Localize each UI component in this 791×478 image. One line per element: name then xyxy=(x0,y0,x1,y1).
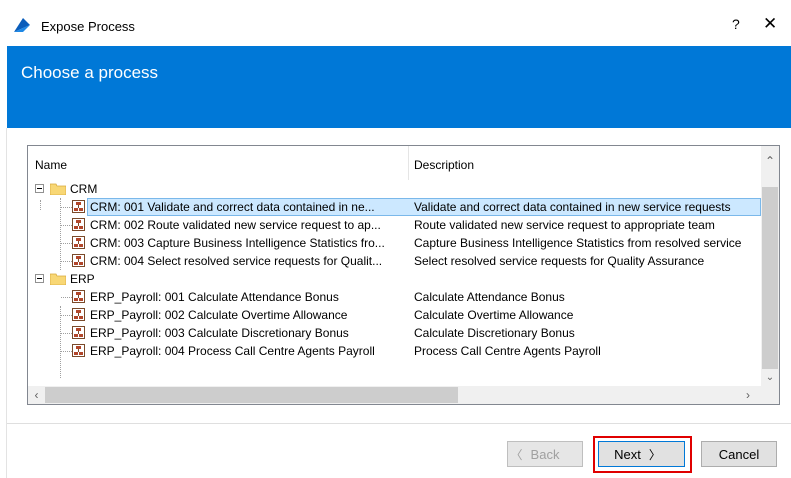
tree-row[interactable]: CRM: 004 Select resolved service request… xyxy=(28,252,761,270)
tree-row[interactable]: CRM: 001 Validate and correct data conta… xyxy=(28,198,761,216)
tree-row[interactable]: ERP_Payroll: 003 Calculate Discretionary… xyxy=(28,324,761,342)
process-name: ERP_Payroll: 003 Calculate Discretionary… xyxy=(90,326,349,340)
process-icon xyxy=(72,236,85,249)
close-button[interactable]: ✕ xyxy=(763,14,777,34)
cancel-button[interactable]: Cancel xyxy=(701,441,777,467)
process-icon xyxy=(72,290,85,303)
window-title: Expose Process xyxy=(41,19,135,34)
tree-row[interactable]: ERP_Payroll: 002 Calculate Overtime Allo… xyxy=(28,306,761,324)
process-name: ERP_Payroll: 002 Calculate Overtime Allo… xyxy=(90,308,348,322)
tree-group-label: ERP xyxy=(70,272,95,286)
tree-header: Name Description xyxy=(28,146,761,180)
process-name: CRM: 004 Select resolved service request… xyxy=(90,254,383,268)
horizontal-scrollbar[interactable]: ‹ › xyxy=(28,386,761,404)
scrollbar-corner xyxy=(761,386,779,404)
footer-divider xyxy=(7,423,791,424)
process-description: Select resolved service requests for Qua… xyxy=(414,254,705,268)
process-icon xyxy=(72,200,85,213)
scroll-left-icon[interactable]: ‹ xyxy=(28,386,45,404)
process-description: Calculate Overtime Allowance xyxy=(414,308,574,322)
process-icon xyxy=(72,344,85,357)
process-icon xyxy=(72,326,85,339)
process-icon xyxy=(72,254,85,267)
chevron-right-icon: 〉 xyxy=(648,447,661,462)
help-button[interactable]: ? xyxy=(732,16,740,32)
tree-group-crm[interactable]: CRM xyxy=(28,180,761,198)
process-description: Calculate Attendance Bonus xyxy=(414,290,565,304)
vertical-scrollbar[interactable]: ⌃ ⌄ xyxy=(761,146,779,386)
column-header-description[interactable]: Description xyxy=(414,158,474,172)
chevron-left-icon: 〈 xyxy=(510,447,523,462)
column-header-name[interactable]: Name xyxy=(35,158,67,172)
process-description: Route validated new service request to a… xyxy=(414,218,715,232)
page-title: Choose a process xyxy=(21,63,159,82)
process-name: CRM: 001 Validate and correct data conta… xyxy=(90,200,375,214)
tree-group-erp[interactable]: ERP xyxy=(28,270,761,288)
scroll-down-icon[interactable]: ⌄ xyxy=(761,370,779,386)
scroll-up-icon[interactable]: ⌃ xyxy=(761,146,779,176)
process-description: Capture Business Intelligence Statistics… xyxy=(414,236,742,250)
process-name: CRM: 003 Capture Business Intelligence S… xyxy=(90,236,385,250)
folder-icon xyxy=(50,183,66,195)
process-icon xyxy=(72,218,85,231)
back-button[interactable]: 〈 Back 〉 xyxy=(507,441,583,467)
tree-row[interactable]: ERP_Payroll: 004 Process Call Centre Age… xyxy=(28,342,761,360)
process-description: Process Call Centre Agents Payroll xyxy=(414,344,601,358)
process-name: ERP_Payroll: 001 Calculate Attendance Bo… xyxy=(90,290,339,304)
left-border xyxy=(6,128,7,478)
collapse-toggle-icon[interactable] xyxy=(35,274,44,283)
header-banner: Choose a process xyxy=(7,46,791,128)
column-separator[interactable] xyxy=(408,146,409,180)
title-bar: Expose Process ? ✕ xyxy=(0,0,791,46)
tree-row[interactable]: CRM: 003 Capture Business Intelligence S… xyxy=(28,234,761,252)
next-button[interactable]: Next 〉 xyxy=(598,441,685,467)
app-logo-icon xyxy=(14,18,30,32)
tree-row[interactable]: ERP_Payroll: 001 Calculate Attendance Bo… xyxy=(28,288,761,306)
process-name: ERP_Payroll: 004 Process Call Centre Age… xyxy=(90,344,375,358)
folder-icon xyxy=(50,273,66,285)
process-tree[interactable]: Name Description CRM CRM: 001 Validate a… xyxy=(27,145,780,405)
vertical-scroll-thumb[interactable] xyxy=(762,187,778,369)
tree-group-label: CRM xyxy=(70,182,98,196)
horizontal-scroll-thumb[interactable] xyxy=(45,387,458,403)
back-button-label: Back xyxy=(530,446,560,462)
process-description: Validate and correct data contained in n… xyxy=(414,200,731,214)
process-icon xyxy=(72,308,85,321)
collapse-toggle-icon[interactable] xyxy=(35,184,44,193)
process-name: CRM: 002 Route validated new service req… xyxy=(90,218,381,232)
next-button-label: Next xyxy=(614,446,641,462)
scroll-right-icon[interactable]: › xyxy=(739,386,757,404)
process-description: Calculate Discretionary Bonus xyxy=(414,326,575,340)
tree-row[interactable]: CRM: 002 Route validated new service req… xyxy=(28,216,761,234)
